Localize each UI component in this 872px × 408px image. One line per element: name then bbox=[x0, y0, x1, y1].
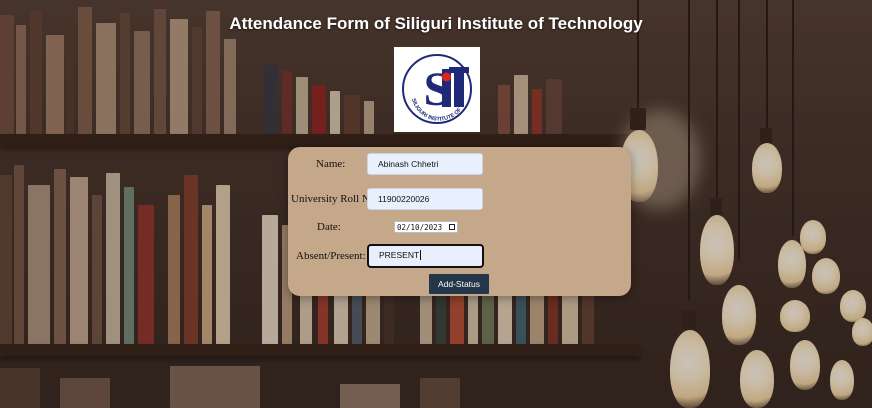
page-title: Attendance Form of Siliguri Institute of… bbox=[229, 14, 643, 33]
status-label: Absent/Present: bbox=[296, 250, 366, 262]
calendar-icon[interactable] bbox=[449, 224, 455, 230]
roll-no-label: University Roll No: bbox=[291, 193, 379, 205]
roll-no-field[interactable]: 11900220026 bbox=[367, 188, 483, 210]
text-cursor bbox=[420, 250, 422, 260]
name-field[interactable]: Abinash Chhetri bbox=[367, 153, 483, 175]
attendance-form: Name: Abinash Chhetri University Roll No… bbox=[288, 147, 631, 296]
sit-logo: S SILIGURI INSTITUTE OF TECHNOLOGY bbox=[392, 43, 480, 132]
sit-logo-graphic: S SILIGURI INSTITUTE OF TECHNOLOGY bbox=[392, 43, 472, 124]
date-field[interactable]: 02/10/2023 bbox=[394, 221, 458, 233]
name-label: Name: bbox=[316, 158, 346, 170]
date-value: 02/10/2023 bbox=[397, 223, 443, 232]
status-value: PRESENT bbox=[379, 250, 420, 260]
add-status-button[interactable]: Add-Status bbox=[429, 274, 489, 294]
status-field[interactable]: PRESENT bbox=[367, 244, 484, 268]
date-label: Date: bbox=[317, 221, 341, 233]
